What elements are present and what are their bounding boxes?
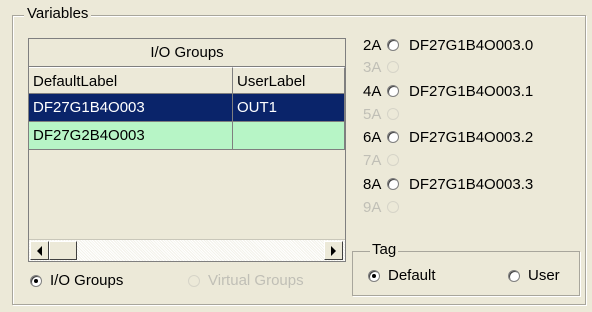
- table-row[interactable]: DF27G1B4O003 OUT1: [29, 94, 345, 122]
- arrow-right-icon: [331, 245, 336, 256]
- column-header-user-label[interactable]: UserLabel: [233, 67, 345, 94]
- radio-unchecked-icon[interactable]: [387, 178, 399, 190]
- cell-user-label[interactable]: [233, 122, 345, 150]
- radio-tag-user-label: User: [528, 267, 560, 284]
- radio-unchecked-icon: [387, 154, 399, 166]
- channel-number: 5A: [363, 105, 382, 123]
- cell-default-label[interactable]: DF27G2B4O003: [29, 122, 233, 150]
- horizontal-scrollbar[interactable]: [29, 239, 345, 261]
- channel-number: 2A: [363, 36, 382, 54]
- channel-number: 7A: [363, 151, 382, 169]
- arrow-left-icon: [37, 245, 42, 256]
- radio-io-groups-label: I/O Groups: [50, 272, 124, 289]
- channel-3a: 3A: [363, 56, 407, 78]
- channel-number: 8A: [363, 175, 382, 193]
- radio-tag-user[interactable]: User: [508, 267, 560, 284]
- radio-unchecked-icon: [508, 269, 520, 282]
- cell-user-label[interactable]: OUT1: [233, 94, 345, 122]
- radio-unchecked-icon[interactable]: [387, 131, 399, 143]
- radio-virtual-groups: Virtual Groups: [188, 272, 304, 289]
- radio-checked-icon: [368, 269, 380, 282]
- channel-label: DF27G1B4O003.2: [409, 128, 534, 146]
- table-row[interactable]: DF27G2B4O003: [29, 122, 345, 150]
- channel-number: 4A: [363, 82, 382, 100]
- channel-2a[interactable]: 2A DF27G1B4O003.0: [363, 34, 533, 56]
- channel-7a: 7A: [363, 149, 407, 171]
- grid-group-header: I/O Groups: [29, 39, 345, 67]
- radio-unchecked-icon: [387, 61, 399, 73]
- radio-unchecked-icon: [387, 108, 399, 120]
- channel-8a[interactable]: 8A DF27G1B4O003.3: [363, 173, 533, 195]
- radio-unchecked-icon: [387, 201, 399, 213]
- channel-label: DF27G1B4O003.1: [409, 82, 534, 100]
- radio-unchecked-icon: [188, 274, 200, 287]
- channel-number: 9A: [363, 198, 382, 216]
- scroll-right-button[interactable]: [324, 241, 343, 260]
- radio-checked-icon: [30, 274, 42, 287]
- channel-4a[interactable]: 4A DF27G1B4O003.1: [363, 80, 533, 102]
- radio-virtual-groups-label: Virtual Groups: [208, 272, 304, 289]
- channel-number: 6A: [363, 128, 382, 146]
- scroll-thumb[interactable]: [49, 241, 77, 260]
- io-groups-grid[interactable]: I/O Groups DefaultLabel UserLabel DF27G1…: [28, 38, 346, 262]
- cell-default-label[interactable]: DF27G1B4O003: [29, 94, 233, 122]
- channel-label: DF27G1B4O003.0: [409, 36, 534, 54]
- radio-tag-default-label: Default: [388, 267, 436, 284]
- channel-6a[interactable]: 6A DF27G1B4O003.2: [363, 126, 533, 148]
- radio-unchecked-icon[interactable]: [387, 85, 399, 97]
- channel-number: 3A: [363, 58, 382, 76]
- channel-label: DF27G1B4O003.3: [409, 175, 534, 193]
- channel-9a: 9A: [363, 196, 407, 218]
- scroll-left-button[interactable]: [30, 241, 49, 260]
- column-header-default-label[interactable]: DefaultLabel: [29, 67, 233, 94]
- channel-5a: 5A: [363, 103, 407, 125]
- tag-title: Tag: [370, 241, 399, 259]
- radio-tag-default[interactable]: Default: [368, 267, 436, 284]
- radio-io-groups[interactable]: I/O Groups: [30, 272, 123, 289]
- variables-title: Variables: [24, 5, 92, 23]
- radio-unchecked-icon[interactable]: [387, 39, 399, 51]
